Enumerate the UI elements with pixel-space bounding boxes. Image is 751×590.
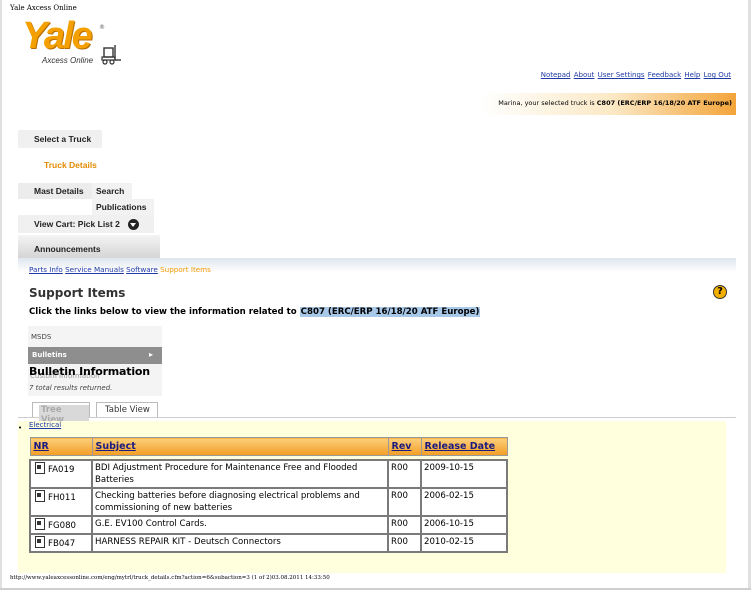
link-user-settings[interactable]: User Settings (598, 71, 645, 79)
bulletin-number: FA019 (48, 465, 75, 475)
table-row[interactable]: FH011 Checking batteries before diagnosi… (29, 487, 508, 517)
chevron-right-icon: ▸ (148, 350, 153, 359)
nav-truck-details[interactable]: Truck Details (44, 160, 97, 170)
bulletin-table: NR Subject Rev Release Date FA019 BDI Ad… (29, 437, 508, 553)
cell-subject: G.E. EV100 Control Cards. (91, 515, 389, 535)
tab-tree-view[interactable]: Tree View (32, 402, 90, 425)
cell-release-date: 2010-02-15 (420, 533, 508, 553)
subnav-links: Parts Info Service Manuals Software Supp… (29, 265, 211, 274)
table-row[interactable]: FG080 G.E. EV100 Control Cards. R00 2006… (29, 515, 508, 535)
tab-table-view[interactable]: Table View (96, 402, 158, 417)
link-log-out[interactable]: Log Out (704, 71, 731, 79)
nav-mast-details-label: Mast Details (34, 186, 84, 196)
document-title: Yale Axcess Online (10, 4, 77, 12)
nav-announcements[interactable]: Announcements (18, 235, 160, 259)
nav-view-cart[interactable]: View Cart: Pick List 2 (18, 215, 154, 233)
nav-select-truck[interactable]: Select a Truck (18, 130, 102, 148)
cell-nr: FG080 (29, 515, 93, 535)
tab-table-view-label: Table View (105, 405, 150, 415)
subnav-service-manuals[interactable]: Service Manuals (65, 265, 124, 274)
cell-rev: R00 (387, 459, 422, 489)
column-header-subject[interactable]: Subject (91, 437, 389, 456)
menu-item-msds[interactable]: MSDS (31, 333, 51, 341)
column-header-rev[interactable]: Rev (387, 437, 422, 456)
cell-release-date: 2006-02-15 (420, 487, 508, 517)
bulletin-number: FG080 (48, 521, 77, 531)
table-row[interactable]: FB047 HARNESS REPAIR KIT - Deutsch Conne… (29, 533, 508, 553)
tab-divider (18, 417, 736, 418)
column-header-nr[interactable]: NR (29, 437, 93, 456)
link-feedback[interactable]: Feedback (648, 71, 681, 79)
cell-nr: FA019 (29, 459, 93, 489)
nav-view-cart-label: View Cart: Pick List 2 (34, 219, 120, 229)
top-links: Notepad About User Settings Feedback Hel… (540, 71, 731, 79)
pdf-document-icon[interactable] (35, 536, 45, 548)
cell-rev: R00 (387, 487, 422, 517)
help-icon[interactable]: ? (713, 285, 727, 299)
selected-truck-model: C807 (ERC/ERP 16/18/20 ATF Europe) (596, 99, 732, 107)
cell-subject: HARNESS REPAIR KIT - Deutsch Connectors (91, 533, 389, 553)
selected-truck-text: Marina, your selected truck is C807 (ERC… (498, 99, 732, 107)
nav-search[interactable]: Search (92, 183, 132, 199)
nav-search-label: Search (96, 186, 125, 196)
nav-mast-details[interactable]: Mast Details (18, 183, 92, 199)
tree-bullet-icon: • (18, 424, 23, 432)
menu-item-bulletins[interactable]: Bulletins ▸ (28, 347, 162, 364)
table-row[interactable]: FA019 BDI Adjustment Procedure for Maint… (29, 459, 508, 489)
table-header-row: NR Subject Rev Release Date (29, 437, 508, 456)
results-count: 7 total results returned. (29, 384, 113, 392)
subnav-support-items[interactable]: Support Items (160, 265, 211, 274)
tree-node-electrical[interactable]: Electrical (29, 421, 61, 429)
bulletin-number: FB047 (48, 539, 76, 549)
intro-text-lead: Click the links below to view the inform… (29, 307, 297, 317)
cell-nr: FH011 (29, 487, 93, 517)
nav-select-truck-label: Select a Truck (34, 134, 92, 144)
link-help[interactable]: Help (684, 71, 700, 79)
subnav-software[interactable]: Software (126, 265, 158, 274)
cell-nr: FB047 (29, 533, 93, 553)
pdf-document-icon[interactable] (35, 462, 45, 474)
selected-truck-prefix: Marina, your selected truck is (498, 99, 595, 107)
cell-rev: R00 (387, 515, 422, 535)
nav-publications[interactable]: Publications (92, 199, 154, 215)
print-footer-url: http://www.yaleaxcessonline.com/eng/mytr… (10, 575, 330, 581)
link-notepad[interactable]: Notepad (541, 71, 571, 79)
intro-text: Click the links below to view the inform… (29, 307, 481, 317)
pdf-document-icon[interactable] (35, 518, 45, 530)
cell-release-date: 2006-10-15 (420, 515, 508, 535)
page-title: Support Items (29, 286, 126, 300)
logo-registered-mark: ® (99, 24, 105, 31)
cell-subject: Checking batteries before diagnosing ele… (91, 487, 389, 517)
bulletin-heading: Bulletin Information (29, 365, 150, 378)
link-about[interactable]: About (574, 71, 595, 79)
forklift-icon (101, 45, 121, 65)
nav-publications-label: Publications (96, 202, 147, 212)
bulletin-number: FH011 (48, 493, 76, 503)
cell-subject: BDI Adjustment Procedure for Maintenance… (91, 459, 389, 489)
selected-truck-banner: Marina, your selected truck is C807 (ERC… (170, 93, 736, 115)
chevron-down-icon[interactable] (128, 219, 139, 230)
yale-logo[interactable]: Yale ® Axcess Online (22, 16, 122, 72)
logo-wordmark: Yale (22, 15, 93, 57)
pdf-document-icon[interactable] (35, 490, 45, 502)
subnav-parts-info[interactable]: Parts Info (29, 265, 63, 274)
cell-rev: R00 (387, 533, 422, 553)
window-frame-left (0, 0, 2, 590)
menu-item-bulletins-label: Bulletins (32, 351, 67, 359)
nav-announcements-label: Announcements (34, 244, 101, 254)
cell-release-date: 2009-10-15 (420, 459, 508, 489)
logo-tagline: Axcess Online (42, 56, 94, 65)
column-header-release-date[interactable]: Release Date (420, 437, 508, 456)
intro-truck-highlight: C807 (ERC/ERP 16/18/20 ATF Europe) (299, 307, 481, 317)
